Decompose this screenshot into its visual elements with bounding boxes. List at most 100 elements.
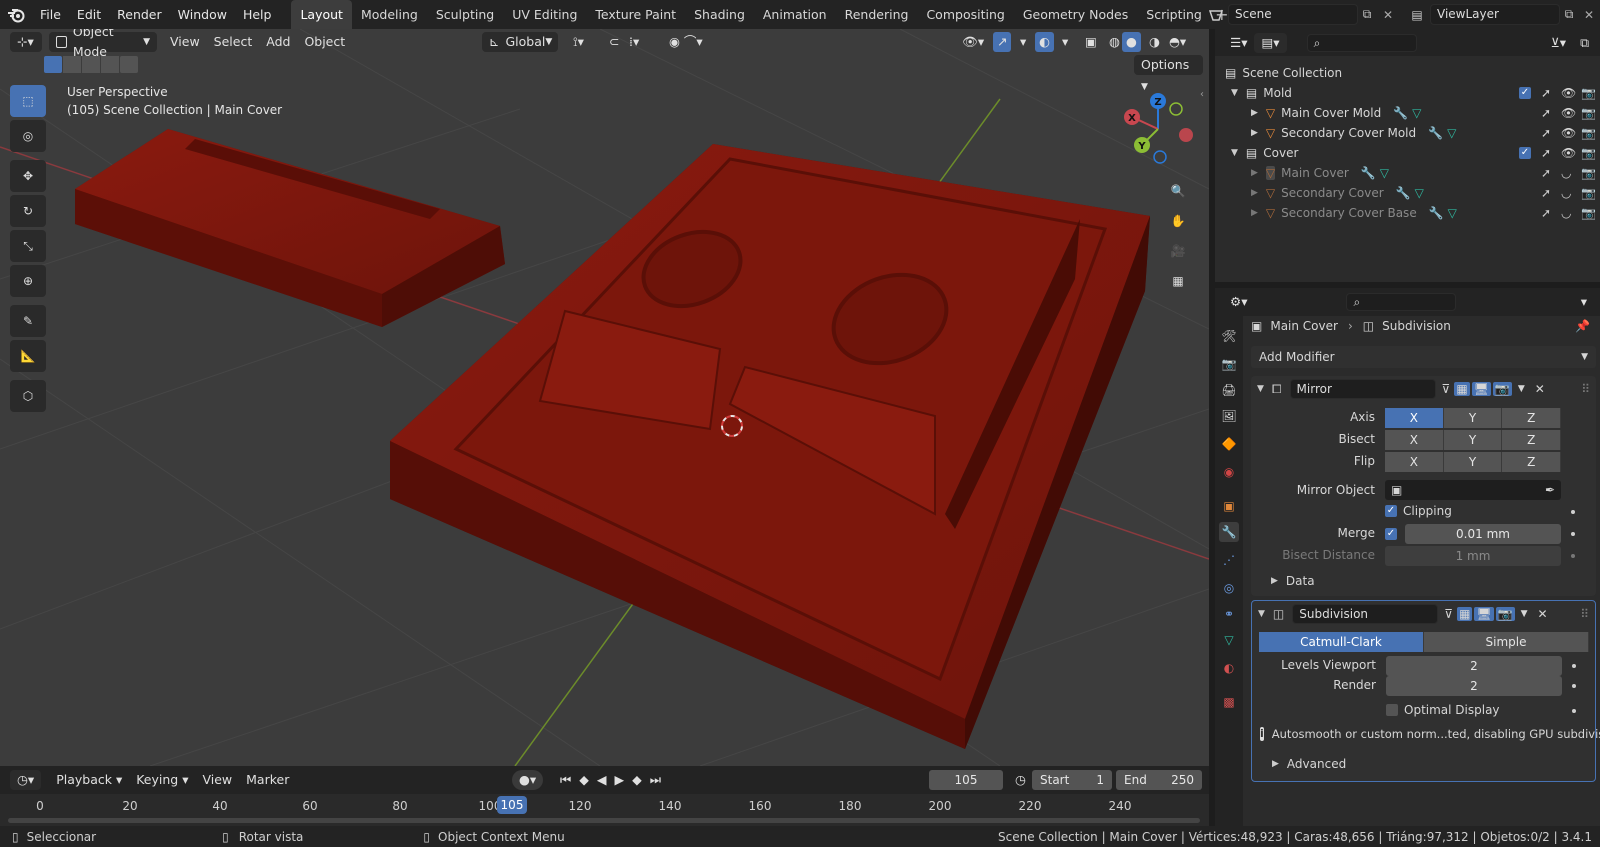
cursor-tool[interactable]: ◎	[10, 120, 46, 152]
eye-icon[interactable]: 👁	[1561, 146, 1576, 160]
new-collection-icon[interactable]: ⧉	[1573, 33, 1596, 53]
keyframe-dot[interactable]	[1572, 709, 1576, 713]
merge-value-field[interactable]: 0.01 mm	[1405, 524, 1561, 544]
clipping-checkbox-row[interactable]: ✓ Clipping	[1385, 504, 1452, 518]
chevron-right-icon[interactable]: ▶	[1251, 208, 1258, 218]
eye-icon[interactable]: 👁	[1561, 86, 1576, 100]
keyframe-dot[interactable]	[1571, 510, 1575, 514]
current-frame-field[interactable]: 105	[929, 770, 1003, 790]
exclude-checkbox[interactable]: ✓	[1519, 147, 1531, 159]
tab-shading[interactable]: Shading	[685, 0, 754, 29]
flip-y-button[interactable]: Y	[1443, 452, 1503, 472]
tab-scripting[interactable]: Scripting	[1137, 0, 1211, 29]
chevron-down-icon[interactable]: ▼	[1231, 148, 1238, 158]
pivot-icon[interactable]: ⟟▾	[566, 32, 591, 52]
chevron-down-icon[interactable]: ▼	[1518, 384, 1525, 394]
close-scene-icon[interactable]: ✕	[1378, 4, 1398, 25]
jump-end-icon[interactable]: ⏭	[646, 770, 665, 790]
mirror-object-field[interactable]: ▣ ✒	[1385, 480, 1561, 500]
chevron-down-icon[interactable]: ▼	[1231, 88, 1238, 98]
tool-tab-icon[interactable]: 🛠	[1219, 326, 1239, 346]
zoom-icon[interactable]: 🔍	[1164, 177, 1192, 205]
outliner-row-main-cover-mold[interactable]: ▶ ▽ Main Cover Mold 🔧 ▽ ➚ 👁 📷	[1215, 103, 1600, 123]
main-cover-mesh[interactable]	[390, 144, 1150, 749]
physics-tab-icon[interactable]: ◎	[1219, 578, 1239, 598]
object-tab-icon[interactable]: ▣	[1219, 496, 1239, 516]
outliner-search-input[interactable]: ⌕	[1306, 33, 1417, 52]
camera-render-icon[interactable]: 📷	[1581, 186, 1596, 200]
outliner-editor-type-icon[interactable]: ☰▾	[1223, 33, 1254, 53]
viewport-display-icon[interactable]: 🖥	[1471, 382, 1491, 396]
menu-file[interactable]: File	[32, 0, 69, 29]
annotate-tool[interactable]: ✎	[10, 305, 46, 337]
shading-solid-icon[interactable]: ●	[1122, 32, 1141, 52]
camera-render-icon[interactable]: 📷	[1581, 86, 1596, 100]
flip-x-button[interactable]: X	[1385, 452, 1444, 472]
chevron-right-icon[interactable]: ▶	[1251, 168, 1258, 178]
keyframe-dot[interactable]	[1571, 532, 1575, 536]
end-frame-field[interactable]: End 250	[1116, 770, 1202, 790]
navigation-gizmo[interactable]: Z X Y	[1118, 89, 1198, 169]
edit-mode-icon[interactable]: ⊽	[1444, 607, 1453, 621]
select-subtract-icon[interactable]	[82, 56, 100, 73]
render-display-icon[interactable]: 📷	[1495, 607, 1515, 621]
scene-icon[interactable]	[1204, 4, 1228, 25]
camera-render-icon[interactable]: 📷	[1581, 206, 1596, 220]
drag-handle-icon[interactable]: ⠿	[1581, 382, 1590, 396]
snap-target-icon[interactable]: ⁞▾	[622, 32, 646, 52]
cage-icon[interactable]: ▦	[1454, 382, 1470, 396]
close-view-layer-icon[interactable]: ✕	[1580, 4, 1598, 25]
menu-object[interactable]: Object	[297, 32, 352, 52]
next-keyframe-icon[interactable]: ◆	[628, 770, 646, 790]
properties-search-input[interactable]: ⌕	[1346, 293, 1457, 311]
catmull-clark-button[interactable]: Catmull-Clark	[1259, 632, 1424, 652]
playhead[interactable]: 105	[497, 796, 527, 814]
menu-keying[interactable]: Keying ▾	[129, 770, 195, 790]
editor-type-dropdown[interactable]: ⊹▾	[10, 32, 42, 52]
timeline-scrollbar[interactable]	[8, 818, 1200, 823]
constraints-tab-icon[interactable]: ⚭	[1219, 604, 1239, 624]
menu-help[interactable]: Help	[235, 0, 280, 29]
cage-icon[interactable]: ▦	[1457, 607, 1473, 621]
select-arrow-icon[interactable]: ➚	[1541, 126, 1551, 140]
world-tab-icon[interactable]: ◉	[1219, 462, 1239, 482]
tab-sculpting[interactable]: Sculpting	[427, 0, 503, 29]
select-box-tool[interactable]: ⬚	[10, 85, 46, 117]
menu-edit[interactable]: Edit	[69, 0, 109, 29]
timeline-editor-type-icon[interactable]: ◷▾	[10, 770, 42, 790]
select-arrow-icon[interactable]: ➚	[1541, 166, 1551, 180]
tab-rendering[interactable]: Rendering	[836, 0, 918, 29]
optimal-display-checkbox[interactable]	[1386, 704, 1398, 716]
transform-tool[interactable]: ⊕	[10, 265, 46, 297]
overlay-dropdown-icon[interactable]: ▾	[1055, 32, 1075, 52]
bisect-x-button[interactable]: X	[1385, 430, 1444, 450]
chevron-down-icon[interactable]: ▼	[1257, 384, 1264, 394]
simple-button[interactable]: Simple	[1424, 632, 1589, 652]
clipping-checkbox[interactable]: ✓	[1385, 505, 1397, 517]
properties-editor-type-icon[interactable]: ⚙▾	[1223, 292, 1254, 312]
record-icon[interactable]: ●▾	[512, 770, 544, 790]
select-arrow-icon[interactable]: ➚	[1541, 146, 1551, 160]
add-cube-tool[interactable]: ⬡	[10, 380, 46, 412]
render-display-icon[interactable]: 📷	[1492, 382, 1512, 396]
material-tab-icon[interactable]: ◐	[1219, 658, 1239, 678]
menu-playback[interactable]: Playback ▾	[49, 770, 129, 790]
shading-rendered-icon[interactable]: ◓▾	[1162, 32, 1193, 52]
tab-compositing[interactable]: Compositing	[917, 0, 1013, 29]
keyframe-dot[interactable]	[1571, 554, 1575, 558]
select-arrow-icon[interactable]: ➚	[1541, 186, 1551, 200]
outliner-row-mold[interactable]: ▼ ▤ Mold ✓ ➚ 👁 📷	[1215, 83, 1600, 103]
camera-view-icon[interactable]: 🎥	[1164, 237, 1192, 265]
optimal-display-row[interactable]: Optimal Display	[1386, 703, 1500, 717]
add-modifier-dropdown[interactable]: Add Modifier ▼	[1251, 346, 1596, 368]
merge-checkbox[interactable]: ✓	[1385, 528, 1397, 540]
tab-modeling[interactable]: Modeling	[352, 0, 427, 29]
render-tab-icon[interactable]: 📷	[1219, 354, 1239, 374]
scene-tab-icon[interactable]: 🔶	[1219, 434, 1239, 454]
tab-animation[interactable]: Animation	[754, 0, 836, 29]
rotate-tool[interactable]: ↻	[10, 195, 46, 227]
camera-render-icon[interactable]: 📷	[1581, 146, 1596, 160]
keyframe-dot[interactable]	[1572, 664, 1576, 668]
view-layer-tab-icon[interactable]: 🖼	[1219, 406, 1239, 426]
menu-add[interactable]: Add	[259, 32, 297, 52]
